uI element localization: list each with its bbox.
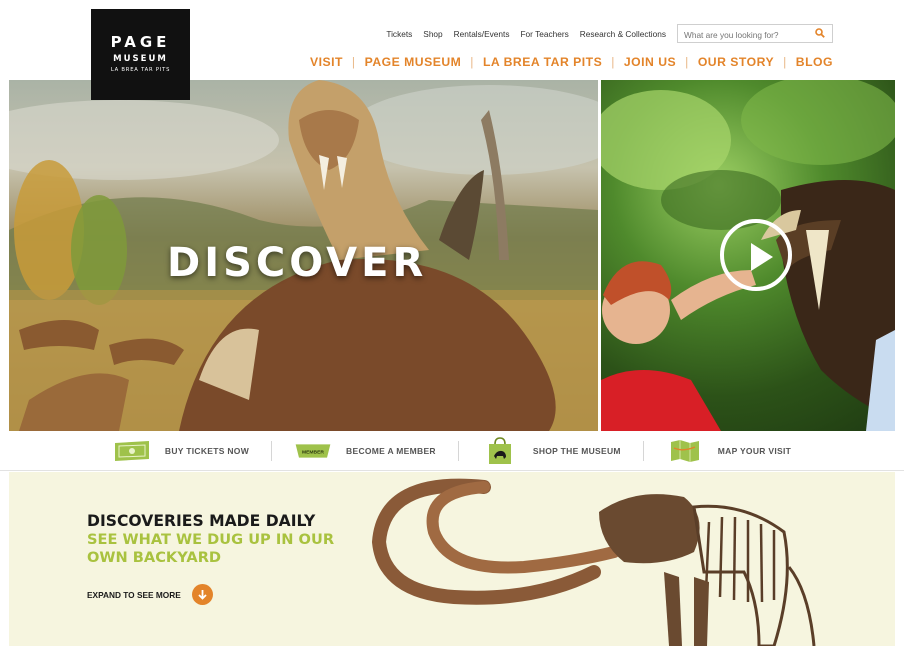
nav-separator: | [351,55,356,69]
action-divider [642,440,644,461]
action-divider [271,440,273,461]
logo-line-tar-pits: LA BREA TAR PITS [110,67,171,73]
util-link-rentals[interactable]: Rentals/Events [454,29,510,39]
nav-blog[interactable]: BLOG [796,55,833,69]
nav-page-museum[interactable]: PAGE MUSEUM [365,55,462,69]
become-member-label: BECOME A MEMBER [346,445,436,456]
hero-diorama-image[interactable]: DISCOVER [9,80,598,431]
shop-museum-label: SHOP THE MUSEUM [532,445,621,456]
util-link-shop[interactable]: Shop [423,29,442,39]
util-link-research[interactable]: Research & Collections [580,29,666,39]
page-museum-logo[interactable]: PAGE MUSEUM LA BREA TAR PITS [91,9,190,100]
logo-line-page: PAGE [110,33,171,51]
expand-label: EXPAND TO SEE MORE [87,589,181,600]
nav-separator: | [470,55,474,69]
buy-tickets-label: BUY TICKETS NOW [164,445,250,456]
nav-visit[interactable]: VISIT [310,55,343,69]
promo-subtitle: SEE WHAT WE DUG UP IN OUR OWN BACKYARD [87,531,335,566]
map-visit-button[interactable]: MAP YOUR VISIT [666,439,791,463]
member-card-icon: MEMBER [294,439,332,463]
hero-headline: DISCOVER [167,240,428,286]
nav-separator: | [685,55,689,69]
map-visit-label: MAP YOUR VISIT [717,445,792,456]
utility-nav: Tickets Shop Rentals/Events For Teachers… [375,29,666,39]
action-divider [457,440,459,461]
map-icon [666,439,704,463]
discoveries-promo: DISCOVERIES MADE DAILY SEE WHAT WE DUG U… [9,472,895,646]
nav-our-story[interactable]: OUR STORY [698,55,774,69]
mammoth-skeleton-image [371,478,816,646]
nav-la-brea-tar-pits[interactable]: LA BREA TAR PITS [483,55,602,69]
shop-museum-button[interactable]: SHOP THE MUSEUM [481,436,621,464]
chevron-down-icon [191,584,213,605]
search-box [677,24,833,44]
ticket-icon [113,439,151,463]
member-card-text: MEMBER [302,449,324,455]
nav-separator: | [611,55,615,69]
hero-banner: DISCOVER [9,80,895,431]
shopping-bag-icon [481,436,519,464]
buy-tickets-button[interactable]: BUY TICKETS NOW [113,439,249,463]
nav-join-us[interactable]: JOIN US [624,55,676,69]
search-icon[interactable] [815,28,825,38]
hero-video-panel[interactable] [601,80,895,431]
logo-line-museum: MUSEUM [113,54,168,64]
video-play-icon[interactable] [720,219,792,291]
site-header: PAGE MUSEUM LA BREA TAR PITS Tickets Sho… [0,0,904,100]
become-member-button[interactable]: MEMBER BECOME A MEMBER [294,439,436,463]
search-input[interactable] [678,26,806,44]
promo-title: DISCOVERIES MADE DAILY [87,512,316,530]
expand-more-button[interactable]: EXPAND TO SEE MORE [87,584,213,605]
nav-separator: | [783,55,787,69]
quick-actions-bar: BUY TICKETS NOW MEMBER BECOME A MEMBER S… [0,431,904,471]
util-link-teachers[interactable]: For Teachers [520,29,568,39]
util-link-tickets[interactable]: Tickets [386,29,412,39]
main-nav: VISIT | PAGE MUSEUM | LA BREA TAR PITS |… [310,55,833,69]
